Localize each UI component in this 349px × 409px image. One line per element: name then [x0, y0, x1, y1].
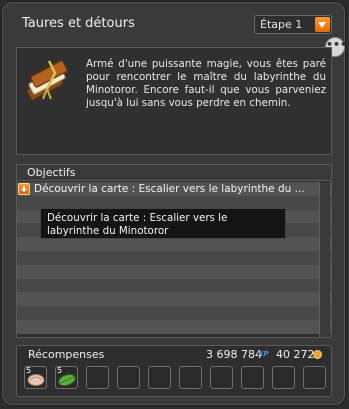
rewards-title: Récompenses: [28, 348, 105, 361]
reward-quantity: 5: [26, 366, 32, 375]
list-row: [17, 237, 331, 251]
list-row: [17, 250, 331, 265]
quest-title: Taures et détours: [22, 16, 135, 31]
reward-slot-empty: [210, 366, 233, 389]
objective-label[interactable]: Découvrir la carte : Escalier vers le la…: [34, 183, 305, 195]
step-dropdown-value: Étape 1: [260, 18, 303, 31]
xp-icon: XP: [258, 350, 269, 358]
book-icon: [26, 60, 68, 101]
kamas-value: 40 272: [276, 348, 315, 361]
step-dropdown[interactable]: Étape 1: [254, 15, 332, 34]
quest-description: Armé d'une puissante magie, vous êtes pa…: [86, 58, 326, 109]
plus-icon[interactable]: [18, 183, 30, 195]
objectives-list: [17, 182, 331, 334]
reward-slot-empty: [148, 366, 171, 389]
reward-slot-empty: [86, 366, 109, 389]
reward-slot[interactable]: 5: [24, 366, 47, 389]
list-row: [17, 278, 331, 293]
reward-slot-empty: [241, 366, 264, 389]
chevron-down-icon[interactable]: [315, 17, 330, 32]
xp-value: 3 698 784: [206, 348, 262, 361]
reward-slot[interactable]: 5: [55, 366, 78, 389]
objectives-title: Objectifs: [27, 166, 76, 179]
reward-slot-empty: [179, 366, 202, 389]
kama-icon: [313, 350, 322, 359]
list-row: [17, 306, 331, 320]
objective-tooltip: Découvrir la carte : Escalier vers le la…: [40, 208, 286, 239]
list-row: [17, 319, 331, 334]
list-row: [17, 292, 331, 307]
reward-slot-empty: [303, 366, 326, 389]
objectives-scrollbar[interactable]: [319, 182, 330, 337]
list-row: [17, 264, 331, 279]
reward-slot-empty: [272, 366, 295, 389]
objectives-header: Objectifs: [17, 165, 331, 181]
reward-slot-empty: [117, 366, 140, 389]
objective-item[interactable]: Découvrir la carte : Escalier vers le la…: [18, 180, 318, 198]
reward-quantity: 5: [57, 366, 63, 375]
